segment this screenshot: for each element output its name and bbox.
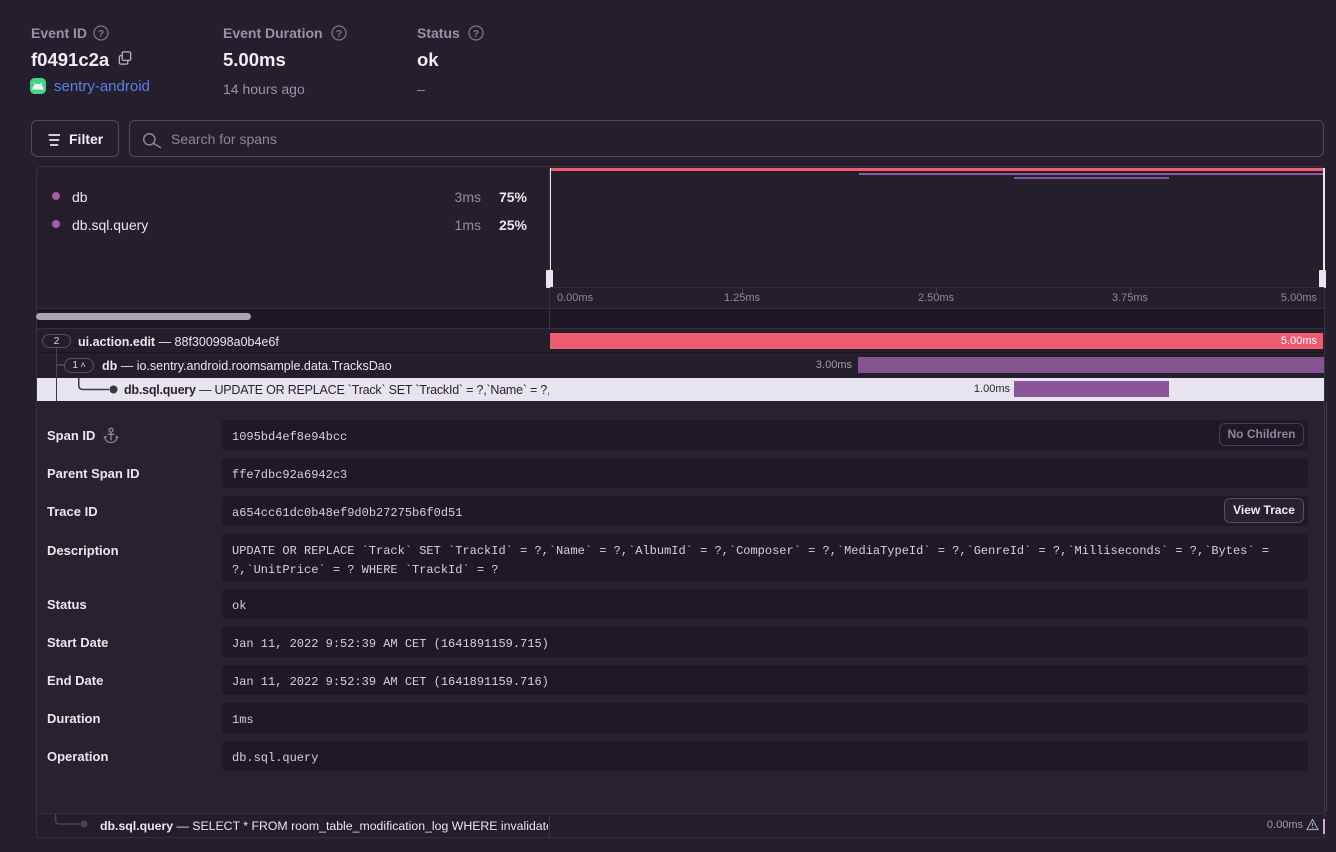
svg-text:?: ? — [473, 28, 479, 40]
svg-text:?: ? — [98, 28, 104, 40]
svg-text:?: ? — [336, 28, 342, 40]
